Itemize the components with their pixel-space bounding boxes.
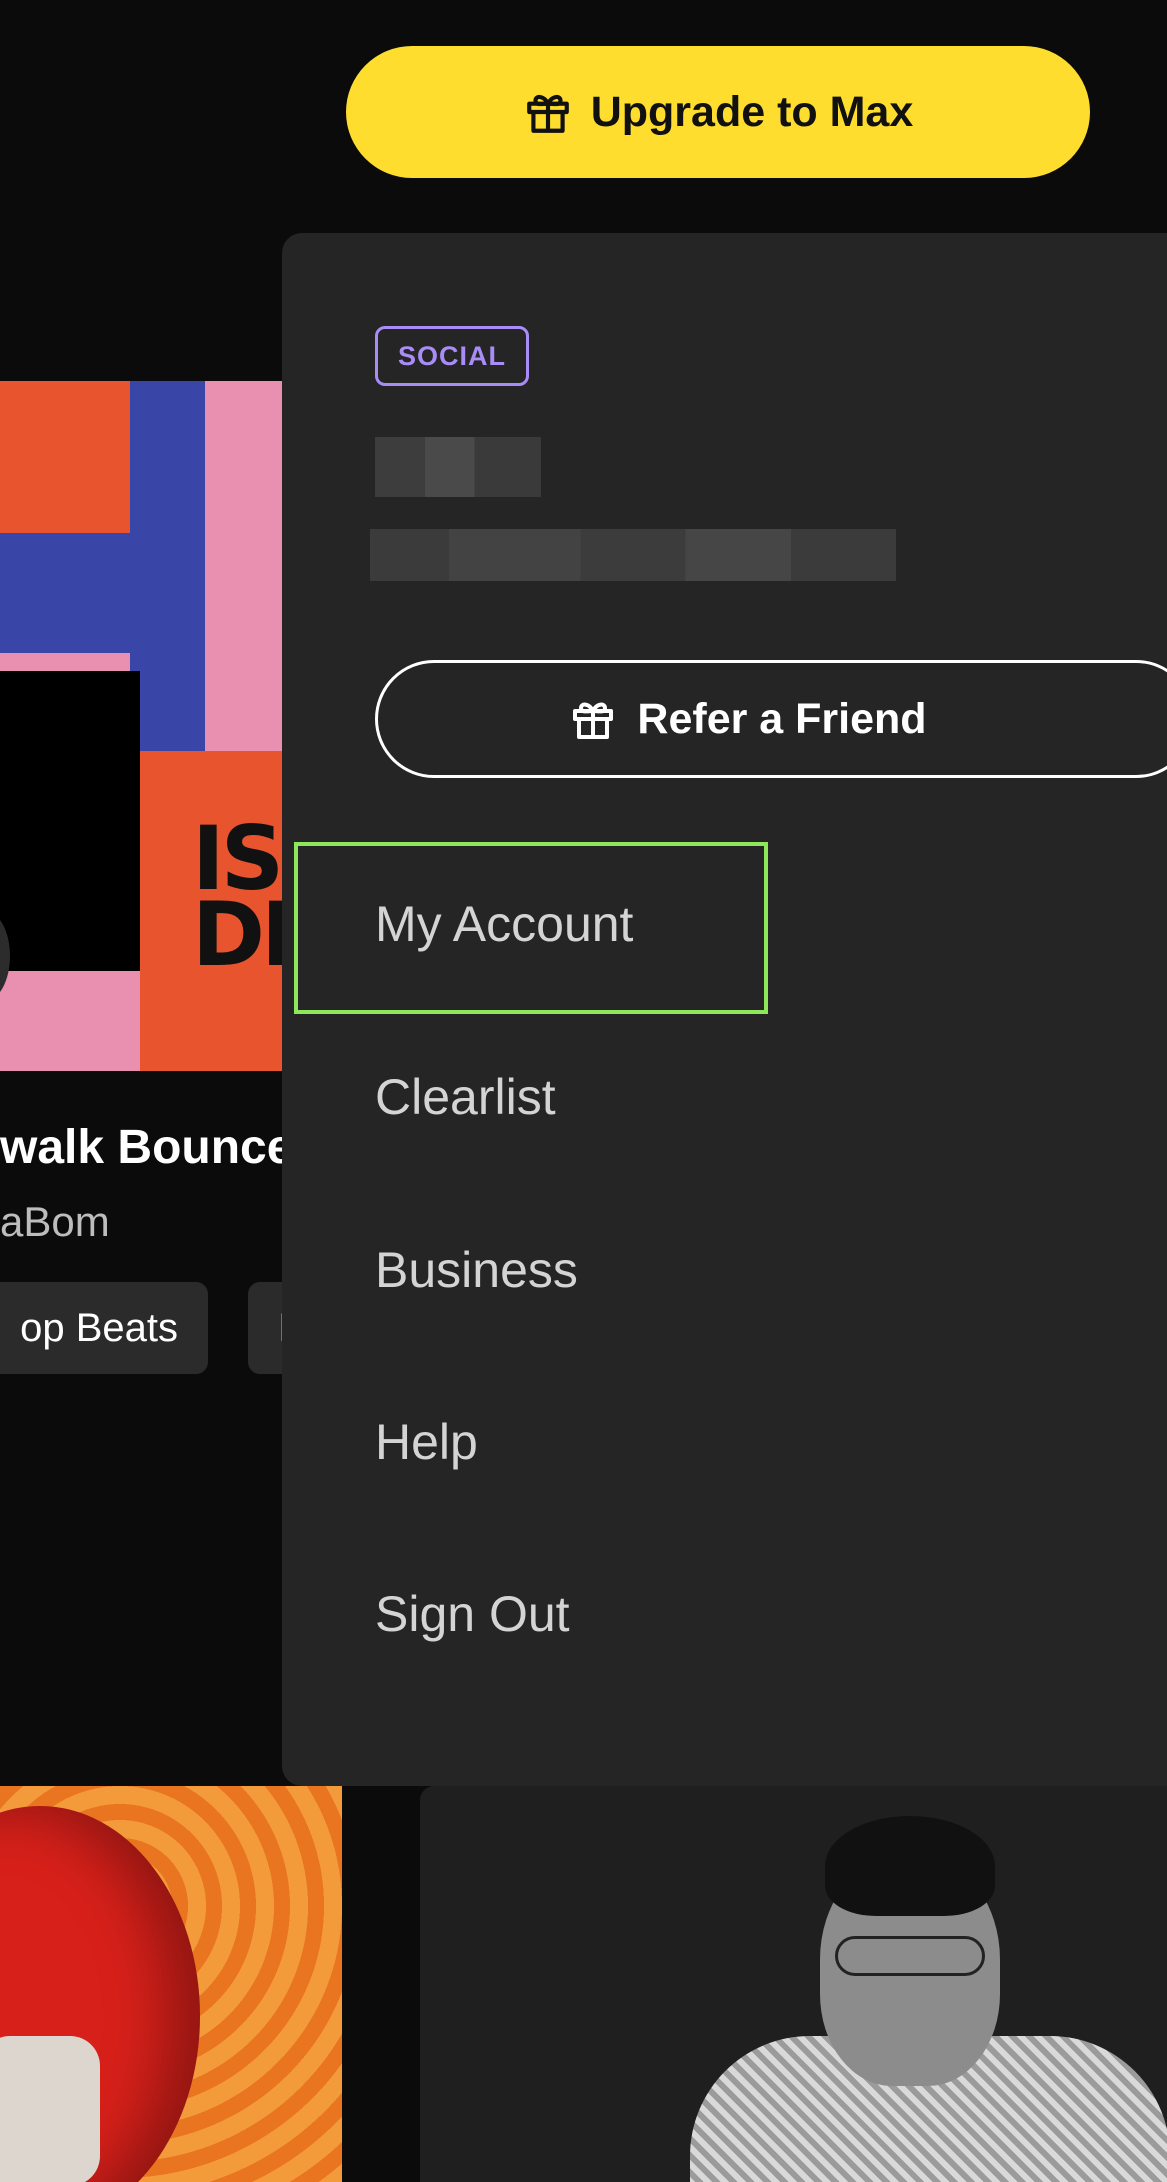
artist-photo[interactable] — [0, 1786, 342, 2182]
user-name-redacted — [375, 437, 541, 497]
album-art[interactable]: IS DI — [0, 381, 290, 1071]
menu-item-my-account[interactable]: My Account — [375, 895, 633, 953]
gift-icon — [526, 94, 569, 133]
album-art-text: IS DI — [192, 807, 290, 986]
menu-item-sign-out[interactable]: Sign Out — [375, 1585, 570, 1643]
gift-icon — [573, 702, 614, 739]
user-email-redacted — [370, 529, 896, 581]
upgrade-to-max-button[interactable]: Upgrade to Max — [346, 46, 1090, 178]
plan-badge: SOCIAL — [375, 326, 529, 386]
upgrade-label: Upgrade to Max — [590, 87, 914, 136]
track-title[interactable]: walk Bounce — [0, 1120, 293, 1175]
menu-item-help[interactable]: Help — [375, 1413, 478, 1471]
track-artist[interactable]: aBom — [0, 1198, 110, 1246]
artist-photo[interactable] — [420, 1786, 1167, 2182]
refer-label: Refer a Friend — [637, 694, 927, 743]
menu-item-business[interactable]: Business — [375, 1241, 578, 1299]
genre-tag[interactable]: op Beats — [0, 1282, 208, 1374]
menu-item-clearlist[interactable]: Clearlist — [375, 1068, 556, 1126]
refer-a-friend-button[interactable]: Refer a Friend — [375, 660, 1167, 778]
